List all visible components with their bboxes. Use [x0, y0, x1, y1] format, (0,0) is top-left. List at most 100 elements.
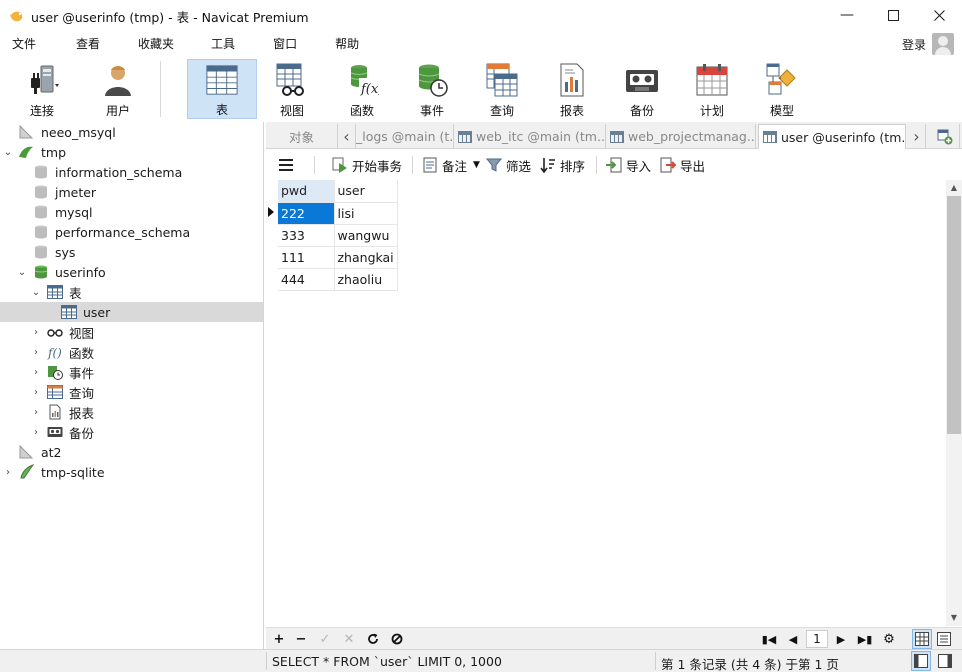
close-button[interactable]: [916, 0, 962, 30]
tab-scroll-left[interactable]: ‹: [338, 124, 356, 149]
user-button[interactable]: 用户: [84, 59, 152, 119]
column-header-pwd[interactable]: pwd: [278, 180, 335, 203]
login-area[interactable]: 登录: [902, 33, 954, 55]
tree-connection-tmp-sqlite[interactable]: › tmp-sqlite: [0, 462, 263, 482]
tree-group-views[interactable]: › 视图: [0, 322, 263, 342]
first-page-button[interactable]: ▮◀: [760, 630, 778, 648]
chevron-right-icon[interactable]: ›: [3, 467, 13, 478]
chevron-down-icon[interactable]: ⌄: [3, 147, 13, 158]
table-cell[interactable]: 222: [278, 202, 335, 225]
table-button[interactable]: 表: [187, 59, 257, 119]
next-page-button[interactable]: ▶: [832, 630, 850, 648]
tab-web-itc[interactable]: web_itc @main (tm...: [454, 124, 606, 149]
chevron-right-icon[interactable]: ›: [31, 367, 41, 378]
stop-button[interactable]: [388, 630, 406, 648]
tab-web-projectmanag[interactable]: web_projectmanag...: [606, 124, 756, 149]
table-cell[interactable]: 111: [278, 246, 335, 269]
menu-favorites[interactable]: 收藏夹: [133, 33, 179, 55]
tree-connection-tmp[interactable]: ⌄ tmp: [0, 142, 263, 162]
refresh-button[interactable]: [364, 630, 382, 648]
left-panel-toggle[interactable]: [911, 651, 931, 671]
tree-group-queries[interactable]: › 查询: [0, 382, 263, 402]
table-row[interactable]: 222 lisi: [278, 202, 398, 225]
tree-group-functions[interactable]: › f() 函数: [0, 342, 263, 362]
table-cell[interactable]: zhaoliu: [334, 268, 398, 291]
tree-db-performance-schema[interactable]: performance_schema: [0, 222, 263, 242]
discard-changes-button[interactable]: ✕: [340, 630, 358, 648]
chevron-down-icon[interactable]: ⌄: [17, 267, 27, 278]
maximize-button[interactable]: [870, 0, 916, 30]
tree-group-backups[interactable]: › 备份: [0, 422, 263, 442]
table-cell[interactable]: lisi: [334, 202, 398, 225]
page-number-input[interactable]: 1: [806, 630, 828, 648]
prev-page-button[interactable]: ◀: [784, 630, 802, 648]
tab-user-userinfo[interactable]: user @userinfo (tm...: [758, 124, 906, 149]
memo-button[interactable]: 备注 ▼: [422, 154, 480, 176]
tree-db-information-schema[interactable]: information_schema: [0, 162, 263, 182]
table-cell[interactable]: wangwu: [334, 224, 398, 247]
form-view-button[interactable]: [934, 629, 954, 649]
table-row[interactable]: 111 zhangkai: [278, 246, 398, 269]
sort-button[interactable]: 排序: [540, 154, 585, 176]
data-grid[interactable]: pwd user 222 lisi 333 wangwu 111 zhangka…: [266, 180, 946, 626]
tree-group-reports[interactable]: › 报表: [0, 402, 263, 422]
tree-group-tables[interactable]: ⌄ 表: [0, 282, 263, 302]
chevron-right-icon[interactable]: ›: [31, 387, 41, 398]
event-button[interactable]: 事件: [398, 59, 466, 119]
query-button[interactable]: 查询: [468, 59, 536, 119]
scrollbar-thumb[interactable]: [947, 196, 961, 434]
tab-logs[interactable]: _logs @main (t...: [356, 124, 454, 149]
chevron-down-icon[interactable]: ⌄: [31, 287, 41, 298]
table-cell[interactable]: 333: [278, 224, 335, 247]
begin-transaction-button[interactable]: 开始事务: [332, 154, 402, 176]
schedule-button[interactable]: 计划: [678, 59, 746, 119]
export-button[interactable]: 导出: [660, 154, 705, 176]
column-header-user[interactable]: user: [334, 180, 398, 203]
scroll-up-icon[interactable]: ▲: [946, 180, 962, 196]
menu-file[interactable]: 文件: [7, 33, 41, 55]
view-button[interactable]: 视图: [258, 59, 326, 119]
function-button[interactable]: f(x) 函数: [328, 59, 396, 119]
chevron-right-icon[interactable]: ›: [31, 347, 41, 358]
model-button[interactable]: 模型: [748, 59, 816, 119]
chevron-right-icon[interactable]: ›: [31, 407, 41, 418]
tab-objects[interactable]: 对象: [266, 124, 338, 149]
menu-tools[interactable]: 工具: [206, 33, 240, 55]
backup-button[interactable]: 备份: [608, 59, 676, 119]
tree-table-user[interactable]: user: [0, 302, 263, 322]
table-row[interactable]: 444 zhaoliu: [278, 268, 398, 291]
tree-db-userinfo[interactable]: ⌄ userinfo: [0, 262, 263, 282]
table-row[interactable]: 333 wangwu: [278, 224, 398, 247]
tree-db-jmeter[interactable]: jmeter: [0, 182, 263, 202]
import-button[interactable]: 导入: [606, 154, 651, 176]
menu-view[interactable]: 查看: [71, 33, 105, 55]
avatar-icon[interactable]: [932, 33, 954, 55]
settings-button[interactable]: ⚙: [880, 630, 898, 648]
menu-help[interactable]: 帮助: [330, 33, 364, 55]
tree-connection-at2[interactable]: at2: [0, 442, 263, 462]
chevron-right-icon[interactable]: ›: [31, 327, 41, 338]
delete-record-button[interactable]: −: [292, 630, 310, 648]
tab-scroll-right[interactable]: ›: [908, 124, 926, 149]
tree-db-mysql[interactable]: mysql: [0, 202, 263, 222]
login-label[interactable]: 登录: [902, 36, 926, 53]
scroll-down-icon[interactable]: ▼: [946, 610, 962, 626]
table-cell[interactable]: zhangkai: [334, 246, 398, 269]
table-cell[interactable]: 444: [278, 268, 335, 291]
menu-window[interactable]: 窗口: [268, 33, 302, 55]
hamburger-menu-button[interactable]: [278, 154, 294, 176]
vertical-scrollbar[interactable]: ▲ ▼: [946, 180, 962, 626]
report-button[interactable]: 报表: [538, 59, 606, 119]
chevron-right-icon[interactable]: ›: [31, 427, 41, 438]
right-panel-toggle[interactable]: [935, 651, 955, 671]
new-tab-button[interactable]: [930, 124, 960, 149]
minimize-button[interactable]: —: [824, 0, 870, 30]
filter-button[interactable]: 筛选: [486, 154, 531, 176]
tree-group-events[interactable]: › 事件: [0, 362, 263, 382]
last-page-button[interactable]: ▶▮: [856, 630, 874, 648]
tree-db-sys[interactable]: sys: [0, 242, 263, 262]
connect-button[interactable]: 连接: [8, 59, 76, 119]
grid-view-button[interactable]: [912, 629, 932, 649]
apply-changes-button[interactable]: ✓: [316, 630, 334, 648]
tree-connection-neeo[interactable]: neeo_msyql: [0, 122, 263, 142]
